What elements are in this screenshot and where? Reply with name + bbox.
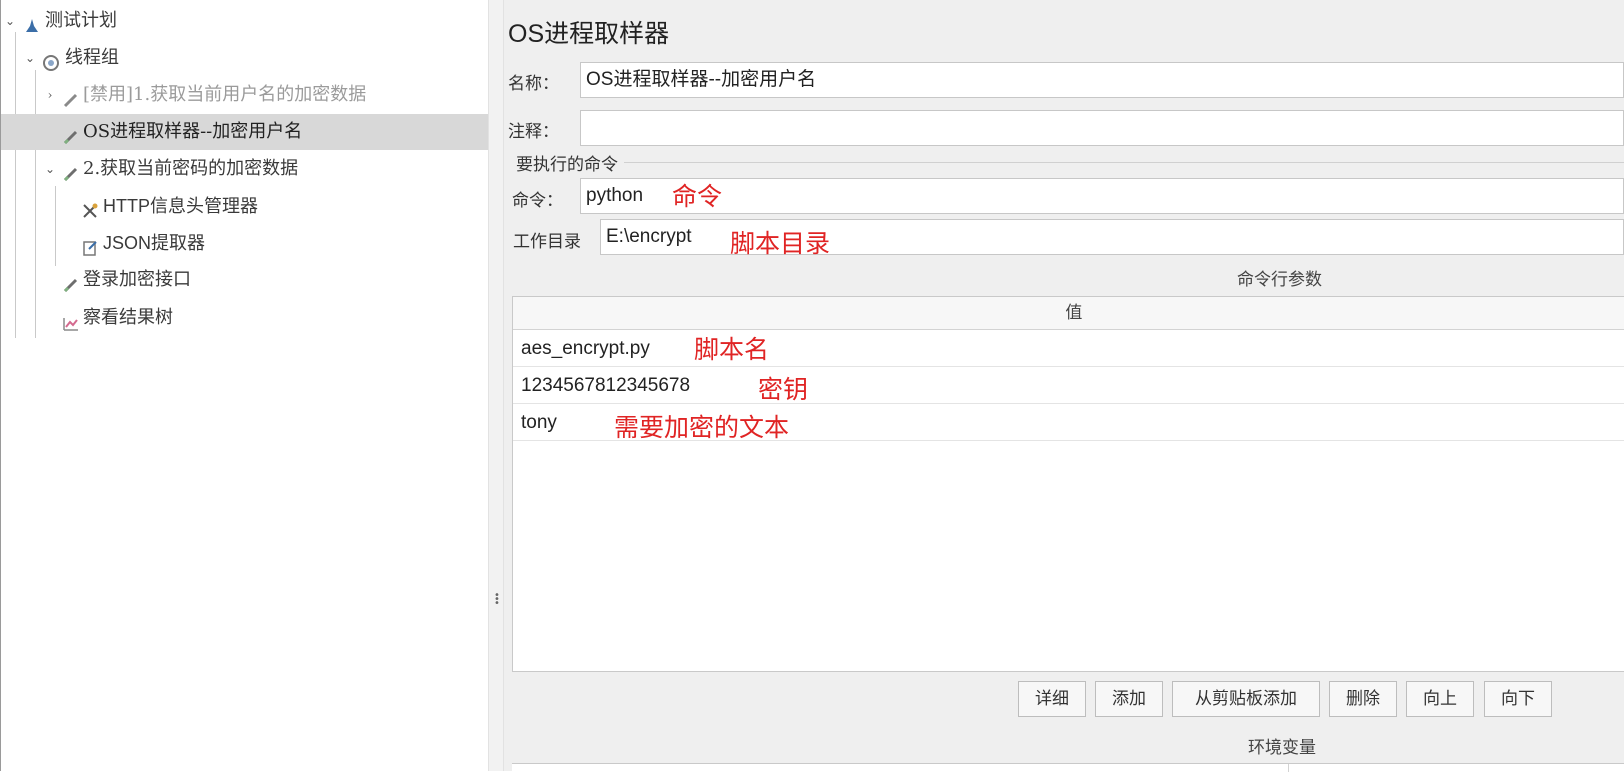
tree-node-label: JSON提取器	[103, 233, 206, 253]
sampler-editor-panel: OS进程取样器 名称： OS进程取样器--加密用户名 注释： 要执行的命令 命令…	[504, 0, 1624, 772]
tree-node-disabled-controller[interactable]: › [禁用]1.获取当前用户名的加密数据	[1, 77, 488, 113]
drag-grip-icon[interactable]: • • •	[494, 591, 500, 609]
table-row[interactable]: 1234567812345678	[513, 367, 1624, 404]
thread-group-icon	[42, 49, 60, 71]
split-pane-divider[interactable]: • • •	[488, 0, 504, 771]
command-group-title: 要执行的命令	[516, 150, 622, 175]
tree-node-label: 线程组	[65, 47, 119, 68]
comment-label: 注释：	[508, 122, 559, 142]
sampler-pen-icon	[62, 160, 80, 182]
page-title: OS进程取样器	[508, 20, 670, 48]
chevron-down-icon[interactable]: ⌄	[43, 151, 57, 187]
test-plan-tree: ⌄ 测试计划 ⌄ 线程组 › [禁用]1.获取当前用户名的加密数据 OS进程取样…	[0, 0, 488, 771]
name-field[interactable]: OS进程取样器--加密用户名	[580, 62, 1624, 98]
add-button[interactable]: 添加	[1095, 681, 1163, 717]
env-section-title: 环境变量	[1248, 738, 1316, 758]
chevron-down-icon[interactable]: ⌄	[23, 40, 37, 76]
arg-value: aes_encrypt.py	[521, 338, 650, 359]
sampler-pen-icon	[62, 123, 80, 145]
workdir-label: 工作目录	[513, 232, 581, 252]
annotation-workdir: 脚本目录	[730, 229, 831, 258]
tree-node-label: 2.获取当前密码的加密数据	[83, 158, 299, 179]
test-plan-icon	[23, 12, 41, 32]
args-column-header[interactable]: 值	[513, 297, 1624, 330]
tree-node-label: 测试计划	[45, 10, 117, 31]
tree-node-label: 登录加密接口	[83, 269, 191, 290]
tree-node-http-header-manager[interactable]: HTTP信息头管理器	[1, 188, 488, 224]
tree-node-label: HTTP信息头管理器	[103, 196, 258, 216]
tree-node-label: [禁用]1.获取当前用户名的加密数据	[83, 84, 367, 105]
tree-node-view-results-tree[interactable]: 察看结果树	[1, 300, 488, 336]
results-tree-icon	[62, 309, 80, 331]
comment-field[interactable]	[580, 110, 1624, 146]
annotation-command: 命令	[672, 182, 723, 211]
arg-value: 1234567812345678	[521, 375, 691, 396]
tree-node-os-process-sampler[interactable]: OS进程取样器--加密用户名	[1, 114, 488, 150]
tree-node-label: OS进程取样器--加密用户名	[83, 121, 303, 142]
args-section-title: 命令行参数	[1237, 270, 1322, 290]
command-label: 命令：	[512, 191, 563, 211]
args-table[interactable]: 值 aes_encrypt.py 1234567812345678 tony	[512, 296, 1624, 672]
arg-value: tony	[521, 412, 557, 433]
tree-node-login-encrypt-api[interactable]: 登录加密接口	[1, 262, 488, 298]
sampler-pen-icon	[62, 271, 80, 293]
tree-node-json-extractor[interactable]: JSON提取器	[1, 225, 488, 261]
detail-button[interactable]: 详细	[1018, 681, 1086, 717]
sampler-pen-icon	[62, 86, 80, 108]
group-border	[624, 162, 1624, 163]
chevron-right-icon[interactable]: ›	[43, 77, 57, 113]
tree-node-test-plan[interactable]: ⌄ 测试计划	[1, 3, 488, 39]
tree-node-thread-group[interactable]: ⌄ 线程组	[1, 40, 488, 76]
annotation-key: 密钥	[758, 375, 809, 404]
tree-node-password-controller[interactable]: ⌄ 2.获取当前密码的加密数据	[1, 151, 488, 187]
header-manager-icon	[81, 197, 99, 218]
table-row[interactable]: aes_encrypt.py	[513, 330, 1624, 367]
add-from-clipboard-button[interactable]: 从剪贴板添加	[1172, 681, 1320, 717]
chevron-down-icon[interactable]: ⌄	[3, 3, 17, 39]
tree-node-label: 察看结果树	[83, 307, 173, 328]
annotation-script-name: 脚本名	[694, 335, 770, 364]
annotation-plaintext: 需要加密的文本	[614, 413, 790, 442]
move-up-button[interactable]: 向上	[1406, 681, 1474, 717]
name-label: 名称：	[508, 74, 559, 94]
delete-button[interactable]: 删除	[1329, 681, 1397, 717]
move-down-button[interactable]: 向下	[1484, 681, 1552, 717]
json-extractor-icon	[81, 234, 99, 256]
command-field[interactable]: python	[580, 178, 1624, 214]
